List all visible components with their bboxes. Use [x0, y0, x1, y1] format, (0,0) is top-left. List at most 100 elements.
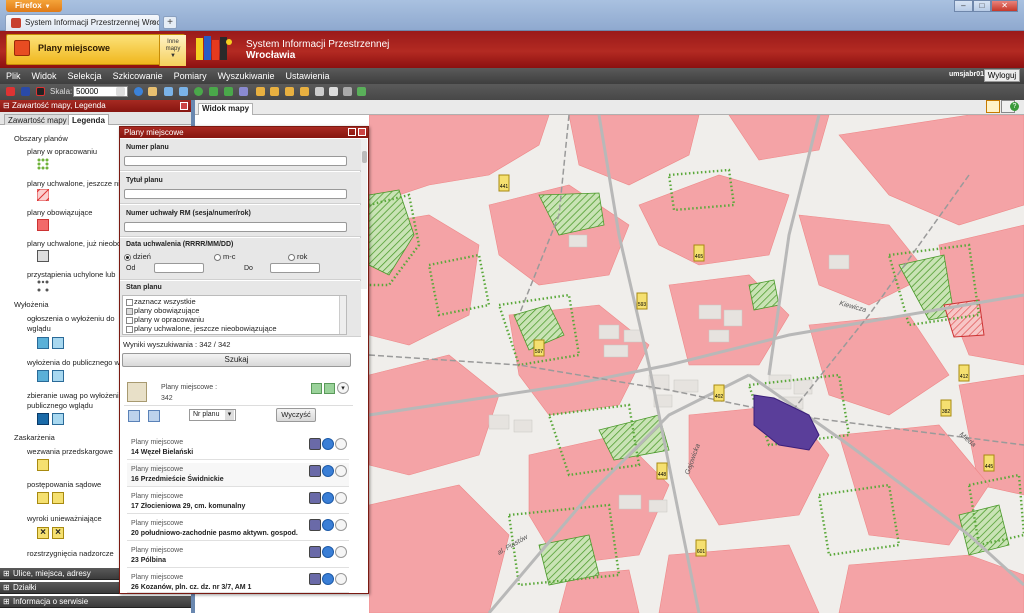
scale-dropdown-icon[interactable]	[116, 87, 125, 96]
radio-day[interactable]: dzień	[124, 252, 151, 261]
status-option-binding[interactable]: plany obowiązujące	[126, 306, 199, 315]
radio-month[interactable]: m-c	[214, 252, 236, 261]
menu-widok[interactable]: Widok	[26, 68, 62, 81]
sort-ascending-icon[interactable]	[128, 410, 140, 422]
flag-de-icon[interactable]	[36, 87, 45, 96]
measure-area-icon[interactable]	[285, 87, 294, 96]
result-options-icon[interactable]	[335, 492, 347, 504]
crop-icon[interactable]	[300, 87, 309, 96]
plan-info-icon[interactable]	[322, 519, 334, 531]
zoom-in-icon[interactable]	[164, 87, 173, 96]
info-icon[interactable]	[134, 87, 143, 96]
result-item[interactable]: Plany miejscowe 23 Pólbina	[127, 544, 349, 568]
layer-options-dropdown-icon[interactable]: ▾	[337, 382, 349, 394]
map-content-panel-header[interactable]: ⊟ Zawartość mapy, Legenda	[0, 100, 191, 112]
flag-pl-icon[interactable]	[6, 87, 15, 96]
dialog-header[interactable]: Plany miejscowe	[120, 127, 368, 138]
tab-map-view[interactable]: Widok mapy	[198, 103, 254, 115]
export-icon[interactable]	[357, 87, 366, 96]
search-button[interactable]: Szukaj	[122, 353, 351, 367]
menu-szkicowanie[interactable]: Szkicowanie	[107, 68, 168, 81]
module-selector[interactable]: Plany miejscowe Inne mapy ▼	[6, 34, 186, 66]
result-options-icon[interactable]	[335, 465, 347, 477]
menu-plik[interactable]: Plik	[0, 68, 26, 81]
menu-wyszukiwanie[interactable]: Wyszukiwanie	[212, 68, 280, 81]
next-extent-icon[interactable]	[224, 87, 233, 96]
status-option-adopted[interactable]: plany uchwalone, jeszcze nieobowiązujące	[126, 324, 277, 333]
resolution-number-input[interactable]	[124, 222, 347, 232]
plan-number-input[interactable]	[124, 156, 347, 166]
scrollbar-thumb[interactable]	[362, 151, 367, 163]
clear-button[interactable]: Wyczyść	[276, 408, 316, 422]
close-window-button[interactable]: ✕	[991, 0, 1019, 12]
map-tooltip-icon[interactable]	[986, 100, 1000, 113]
dialog-scrollbar[interactable]	[360, 139, 367, 289]
firefox-menu-button[interactable]: Firefox ▼	[6, 0, 62, 12]
help-icon[interactable]: ?	[1010, 102, 1019, 111]
zoom-to-plan-icon[interactable]	[309, 573, 321, 585]
result-type: Plany miejscowe	[131, 493, 184, 500]
result-item[interactable]: Plany miejscowe 14 Węzeł Bielański	[127, 436, 349, 460]
tab-map-content[interactable]: Zawartość mapy	[4, 114, 71, 125]
result-options-icon[interactable]	[335, 519, 347, 531]
date-from-input[interactable]	[154, 263, 204, 273]
select-icon[interactable]	[239, 87, 248, 96]
plan-info-icon[interactable]	[322, 465, 334, 477]
result-item[interactable]: Plany miejscowe 20 południowo-zachodnie …	[127, 517, 349, 541]
print-preview-icon[interactable]	[315, 87, 324, 96]
link-icon[interactable]	[343, 87, 352, 96]
result-item[interactable]: Plany miejscowe 17 Złocieniowa 29, cm. k…	[127, 490, 349, 514]
full-extent-icon[interactable]	[194, 87, 203, 96]
dialog-close-icon[interactable]	[358, 128, 366, 136]
menu-ustawienia[interactable]: Ustawienia	[280, 68, 335, 81]
pencil-icon[interactable]	[256, 87, 265, 96]
status-list-scrollbar[interactable]	[339, 296, 346, 334]
dialog-restore-icon[interactable]	[348, 128, 356, 136]
legend-label: wyłożenia do publicznego w	[27, 358, 120, 367]
pan-hand-icon[interactable]	[148, 87, 157, 96]
other-maps-button[interactable]: Inne mapy ▼	[159, 35, 186, 66]
sort-descending-icon[interactable]	[148, 410, 160, 422]
logout-button[interactable]: Wyloguj	[984, 69, 1020, 82]
print-icon[interactable]	[329, 87, 338, 96]
status-option-in-progress[interactable]: plany w opracowaniu	[126, 315, 204, 324]
zoom-to-plan-icon[interactable]	[309, 546, 321, 558]
browser-tab[interactable]: System Informacji Przestrzennej Wrocła..…	[5, 14, 160, 31]
plan-info-icon[interactable]	[322, 492, 334, 504]
flag-en-icon[interactable]	[21, 87, 30, 96]
status-option-select-all[interactable]: zaznacz wszystkie	[126, 297, 196, 306]
zoom-to-plan-icon[interactable]	[309, 519, 321, 531]
service-info-panel-header[interactable]: ⊞ Informacja o serwisie	[0, 596, 191, 608]
legend-label: wezwania przedskargowe	[27, 447, 113, 456]
zoom-to-plan-icon[interactable]	[309, 438, 321, 450]
result-options-icon[interactable]	[335, 573, 347, 585]
sort-field-select[interactable]: Nr planu ▾	[189, 409, 236, 421]
maximize-button[interactable]: □	[972, 0, 992, 12]
tab-legend[interactable]: Legenda	[68, 114, 109, 125]
panel-close-icon[interactable]	[180, 102, 188, 110]
export-results-icon[interactable]	[324, 383, 335, 394]
result-options-icon[interactable]	[335, 438, 347, 450]
menu-pomiary[interactable]: Pomiary	[168, 68, 212, 81]
new-tab-button[interactable]: +	[163, 16, 177, 29]
zoom-to-plan-icon[interactable]	[309, 465, 321, 477]
result-item[interactable]: Plany miejscowe 26 Kozanów, pln. cz. dz.…	[127, 571, 349, 593]
plan-title-input[interactable]	[124, 189, 347, 199]
result-item[interactable]: Plany miejscowe 16 Przedmieście Świdnick…	[127, 463, 349, 487]
city-map[interactable]: Gajowicka al. Piastów Kiewicza Mieda 441…	[369, 115, 1024, 613]
zoom-to-plan-icon[interactable]	[309, 492, 321, 504]
result-options-icon[interactable]	[335, 546, 347, 558]
zoom-to-all-icon[interactable]	[311, 383, 322, 394]
expand-icon: ⊞	[3, 569, 10, 578]
previous-extent-icon[interactable]	[209, 87, 218, 96]
measure-distance-icon[interactable]	[270, 87, 279, 96]
tab-close-icon[interactable]: ×	[151, 17, 156, 27]
plan-info-icon[interactable]	[322, 546, 334, 558]
plan-info-icon[interactable]	[322, 573, 334, 585]
minimize-button[interactable]: –	[954, 0, 973, 12]
plan-info-icon[interactable]	[322, 438, 334, 450]
zoom-out-icon[interactable]	[179, 87, 188, 96]
radio-year[interactable]: rok	[288, 252, 307, 261]
menu-selekcja[interactable]: Selekcja	[62, 68, 107, 81]
date-to-input[interactable]	[270, 263, 320, 273]
